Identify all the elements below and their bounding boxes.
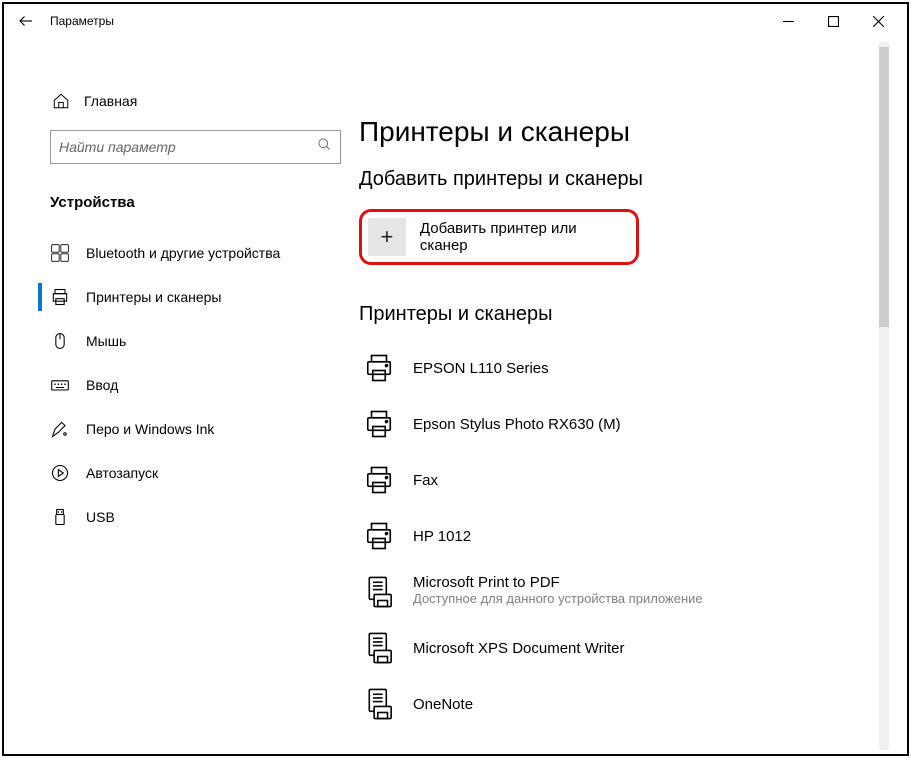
sidebar-item-label: Ввод (86, 377, 118, 393)
printer-icon (363, 406, 395, 442)
usb-icon (50, 507, 70, 527)
device-name: Epson Stylus Photo RX630 (M) (413, 416, 621, 433)
device-name: OneNote (413, 696, 473, 713)
titlebar: Параметры (4, 4, 907, 38)
device-name: Microsoft XPS Document Writer (413, 640, 624, 657)
sidebar-item-label: Перо и Windows Ink (86, 421, 214, 437)
content-area: Главная Устройства Bluetooth и другие ус… (4, 38, 907, 754)
printer-item[interactable]: Epson Stylus Photo RX630 (M) (359, 396, 871, 452)
keyboard-icon (50, 375, 70, 395)
device-name: EPSON L110 Series (413, 360, 549, 377)
device-name: HP 1012 (413, 528, 471, 545)
sidebar-item-autoplay[interactable]: Автозапуск (4, 451, 359, 495)
sidebar-item-label: Принтеры и сканеры (86, 289, 221, 305)
add-button-highlight: + Добавить принтер или сканер (359, 209, 639, 265)
plus-icon: + (368, 218, 406, 256)
search-input-field[interactable] (59, 139, 317, 155)
device-name: Microsoft Print to PDF (413, 574, 703, 591)
sidebar-item-bluetooth[interactable]: Bluetooth и другие устройства (4, 231, 359, 275)
document-printer-icon (363, 686, 395, 722)
search-icon (317, 137, 332, 157)
maximize-button[interactable] (811, 4, 856, 38)
printer-item[interactable]: Fax (359, 452, 871, 508)
document-printer-icon (363, 630, 395, 666)
printer-item[interactable]: EPSON L110 Series (359, 340, 871, 396)
back-arrow-icon (17, 12, 35, 30)
home-button[interactable]: Главная (4, 82, 359, 120)
printer-item[interactable]: OneNote (359, 676, 871, 732)
device-name: Fax (413, 472, 438, 489)
scrollbar[interactable] (879, 42, 889, 750)
main-content: Принтеры и сканеры Добавить принтеры и с… (359, 38, 871, 754)
scrollbar-thumb[interactable] (879, 47, 889, 327)
document-printer-icon (363, 574, 395, 610)
home-icon (52, 92, 70, 110)
minimize-button[interactable] (766, 4, 811, 38)
sidebar: Главная Устройства Bluetooth и другие ус… (4, 38, 359, 754)
sidebar-item-usb[interactable]: USB (4, 495, 359, 539)
close-button[interactable] (856, 4, 901, 38)
home-label: Главная (84, 93, 137, 109)
printer-icon (363, 518, 395, 554)
mouse-icon (50, 331, 70, 351)
window-controls (766, 4, 901, 38)
printer-item[interactable]: Microsoft Print to PDF Доступное для дан… (359, 564, 871, 620)
pen-icon (50, 419, 70, 439)
add-printer-label: Добавить принтер или сканер (420, 220, 628, 254)
sidebar-item-label: Автозапуск (86, 465, 158, 481)
sidebar-item-typing[interactable]: Ввод (4, 363, 359, 407)
sidebar-item-label: Мышь (86, 333, 126, 349)
main-area: Принтеры и сканеры Добавить принтеры и с… (359, 38, 907, 754)
sidebar-item-mouse[interactable]: Мышь (4, 319, 359, 363)
sidebar-item-label: USB (86, 509, 115, 525)
printer-icon (50, 287, 70, 307)
devices-section-header: Принтеры и сканеры (359, 303, 871, 326)
search-input[interactable] (50, 130, 341, 164)
sidebar-section-label: Устройства (4, 186, 359, 231)
sidebar-item-label: Bluetooth и другие устройства (86, 245, 280, 261)
bluetooth-devices-icon (50, 243, 70, 263)
sidebar-item-pen[interactable]: Перо и Windows Ink (4, 407, 359, 451)
printer-item[interactable]: HP 1012 (359, 508, 871, 564)
add-printer-button[interactable]: + Добавить принтер или сканер (362, 212, 636, 262)
device-subtitle: Доступное для данного устройства приложе… (413, 591, 703, 606)
back-button[interactable] (6, 12, 46, 30)
add-section-header: Добавить принтеры и сканеры (359, 168, 871, 191)
printer-icon (363, 350, 395, 386)
printer-item[interactable]: Microsoft XPS Document Writer (359, 620, 871, 676)
autoplay-icon (50, 463, 70, 483)
sidebar-item-printers[interactable]: Принтеры и сканеры (4, 275, 359, 319)
window-title: Параметры (50, 14, 114, 28)
printer-icon (363, 462, 395, 498)
page-title: Принтеры и сканеры (359, 116, 871, 148)
settings-window: Параметры Главная (2, 2, 909, 756)
